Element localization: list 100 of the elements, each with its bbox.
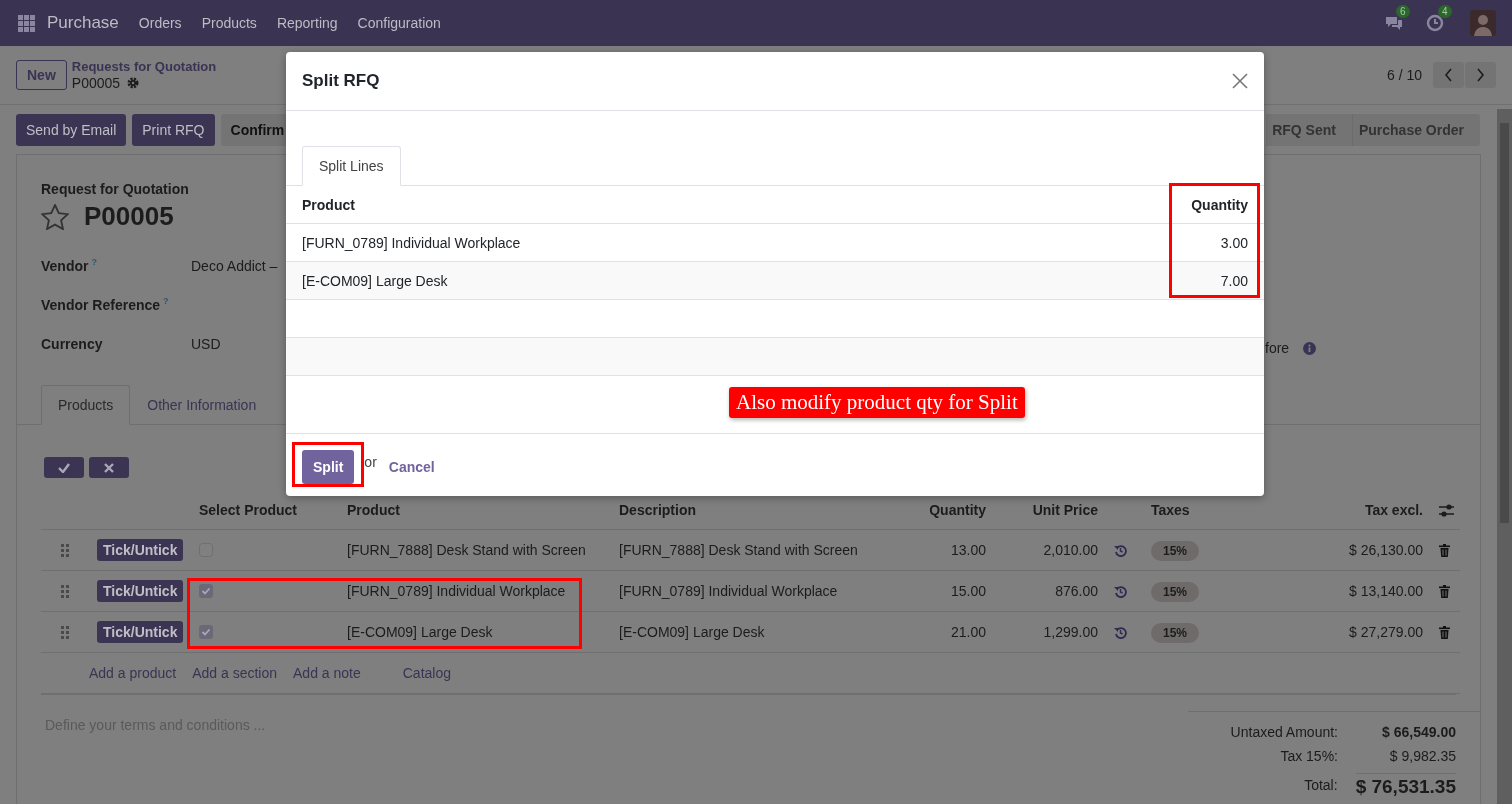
- table-cell: [E-COM09] Large Desk: [286, 261, 1008, 300]
- action-button[interactable]: Print RFQ: [132, 113, 215, 146]
- status-step[interactable]: RFQ Sent: [1266, 113, 1352, 146]
- column-header[interactable]: Select Product: [199, 502, 298, 518]
- pager-value: 6 / 10: [1386, 67, 1422, 83]
- check-icon: [58, 462, 70, 473]
- table-cell: [FURN_7888] Desk Stand with Screen: [339, 529, 611, 571]
- breadcrumb-link[interactable]: Requests for Quotation: [71, 59, 217, 75]
- clear-selection-button[interactable]: [89, 457, 129, 478]
- dialog-title: Split RFQ: [302, 71, 380, 91]
- column-header[interactable]: Unit Price: [1032, 502, 1098, 518]
- column-settings-icon[interactable]: [1439, 503, 1454, 517]
- previous-button[interactable]: [1433, 62, 1464, 88]
- menu-item[interactable]: Configuration: [357, 15, 441, 31]
- column-header[interactable]: Description: [619, 502, 696, 518]
- add-line-link[interactable]: Add a product: [89, 665, 177, 681]
- clock-icon[interactable]: [1426, 14, 1444, 32]
- tax-tag: 15%: [1151, 541, 1200, 561]
- table-cell: 2,010.00: [994, 529, 1106, 571]
- dialog-tab[interactable]: Split Lines: [302, 146, 401, 186]
- field-label: fore: [1265, 340, 1290, 356]
- table-cell: [FURN_0789] Individual Workplace: [339, 570, 611, 612]
- field-label: Vendor: [41, 257, 89, 274]
- tick-button[interactable]: Tick/Untick: [97, 539, 184, 561]
- field-label: Vendor Reference: [41, 296, 161, 313]
- app-name[interactable]: Purchase: [47, 13, 119, 33]
- column-header[interactable]: Product: [347, 502, 400, 518]
- info-icon[interactable]: [1303, 341, 1317, 355]
- tax-tag: 15%: [1151, 582, 1200, 602]
- chevron-left-icon: [1444, 68, 1453, 82]
- checkbox[interactable]: [199, 625, 213, 639]
- column-header[interactable]: Quantity: [1008, 186, 1264, 224]
- column-header[interactable]: Taxes: [1151, 502, 1190, 518]
- add-line-link[interactable]: Add a section: [192, 665, 277, 681]
- field-value[interactable]: USD: [191, 335, 221, 352]
- record-title: P00005: [84, 201, 174, 232]
- select-all-button[interactable]: [44, 457, 84, 478]
- callout-note: Also modify product qty for Split: [729, 387, 1025, 418]
- history-icon[interactable]: [1114, 543, 1127, 557]
- tick-button[interactable]: Tick/Untick: [97, 580, 184, 602]
- add-line-link[interactable]: Catalog: [402, 665, 451, 681]
- total-value: $ 66,549.00: [1381, 724, 1456, 740]
- total-label: Total:: [1304, 777, 1338, 793]
- column-header[interactable]: Quantity: [929, 502, 986, 518]
- star-icon[interactable]: [41, 203, 69, 230]
- field-label: Currency: [41, 335, 103, 352]
- table-cell: $ 27,279.00: [1234, 611, 1431, 653]
- trash-icon[interactable]: [1439, 625, 1450, 639]
- table-cell: 7.00: [1008, 261, 1264, 300]
- gear-icon[interactable]: [127, 77, 140, 89]
- form-tab[interactable]: Products: [41, 385, 131, 425]
- drag-handle-icon[interactable]: [61, 584, 69, 598]
- split-button[interactable]: Split: [302, 450, 355, 484]
- trash-icon[interactable]: [1439, 584, 1450, 598]
- table-cell: 21.00: [904, 611, 994, 653]
- user-avatar[interactable]: [1470, 10, 1496, 36]
- trash-icon[interactable]: [1439, 543, 1450, 557]
- form-caption: Request for Quotation: [41, 181, 190, 197]
- close-icon: [104, 462, 114, 473]
- history-icon[interactable]: [1114, 584, 1127, 598]
- apps-menu-icon[interactable]: [18, 14, 35, 32]
- checkbox[interactable]: [199, 584, 213, 598]
- total-value: $ 76,531.35: [1355, 772, 1456, 798]
- table-cell: [FURN_0789] Individual Workplace: [611, 570, 904, 612]
- status-step[interactable]: Purchase Order: [1351, 113, 1480, 146]
- table-cell: [FURN_7888] Desk Stand with Screen: [611, 529, 904, 571]
- table-cell: 1,299.00: [994, 611, 1106, 653]
- close-icon[interactable]: [1232, 73, 1248, 89]
- history-icon[interactable]: [1114, 625, 1127, 639]
- menu-item[interactable]: Reporting: [276, 15, 338, 31]
- record-name: P00005: [71, 75, 121, 91]
- total-label: Tax 15%:: [1280, 748, 1338, 764]
- field-value[interactable]: Deco Addict –: [191, 257, 278, 274]
- chevron-right-icon: [1476, 68, 1485, 82]
- tax-tag: 15%: [1151, 623, 1200, 643]
- count-badge: 6: [1396, 5, 1410, 18]
- total-value: $ 9,982.35: [1388, 748, 1456, 764]
- drag-handle-icon[interactable]: [61, 543, 69, 557]
- new-button[interactable]: New: [16, 60, 67, 90]
- cancel-link[interactable]: Cancel: [388, 455, 435, 479]
- form-tab[interactable]: Other Information: [130, 385, 274, 425]
- table-cell: $ 26,130.00: [1234, 529, 1431, 571]
- column-header[interactable]: Product: [286, 186, 1008, 224]
- column-header[interactable]: Tax excl.: [1364, 502, 1423, 518]
- add-line-link[interactable]: Add a note: [293, 665, 361, 681]
- menu-item[interactable]: Products: [201, 15, 257, 31]
- table-cell: [FURN_0789] Individual Workplace: [286, 223, 1008, 262]
- separator-text: or: [364, 454, 377, 470]
- scrollbar[interactable]: [1497, 109, 1512, 804]
- table-cell: 15.00: [904, 570, 994, 612]
- table-cell: $ 13,140.00: [1234, 570, 1431, 612]
- action-button[interactable]: Send by Email: [16, 113, 127, 146]
- drag-handle-icon[interactable]: [61, 625, 69, 639]
- table-cell: 3.00: [1008, 223, 1264, 262]
- table-cell: [E-COM09] Large Desk: [339, 611, 611, 653]
- tick-button[interactable]: Tick/Untick: [97, 621, 184, 643]
- table-cell: 876.00: [994, 570, 1106, 612]
- chat-icon[interactable]: [1384, 14, 1404, 32]
- menu-item[interactable]: Orders: [138, 15, 182, 31]
- next-button[interactable]: [1465, 62, 1496, 88]
